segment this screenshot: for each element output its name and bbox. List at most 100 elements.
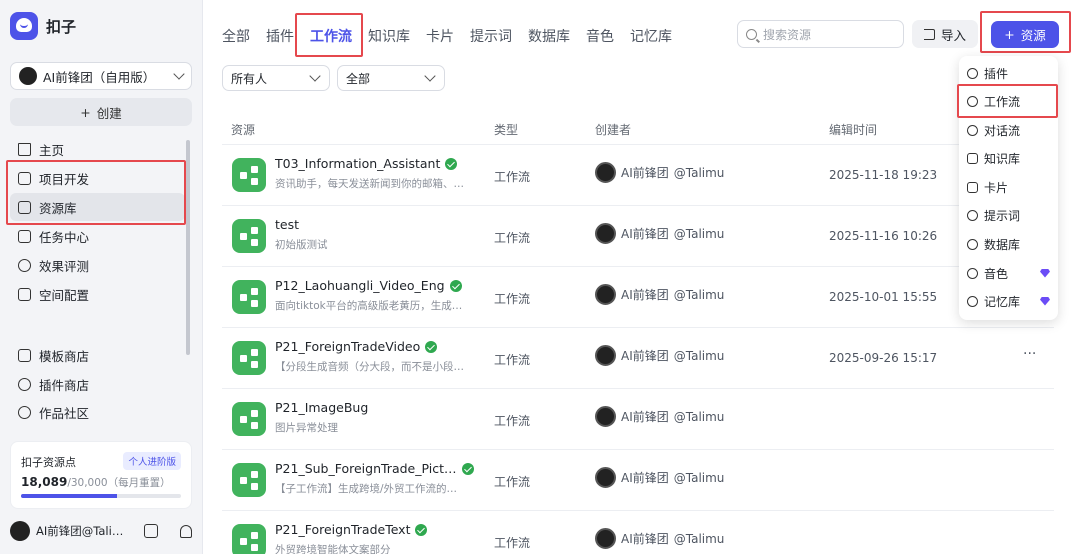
template-store-icon xyxy=(18,348,31,362)
nav-label: 模板商店 xyxy=(39,348,90,364)
add-resource-menu: 插件 工作流 对话流 知识库 卡片 提示词 数据库 音色 记忆库 xyxy=(959,56,1058,320)
user-row[interactable]: AI前锋团@Tali… xyxy=(10,518,192,544)
table-row[interactable]: P21_ImageBug 图片异常处理 工作流 AI前锋团 @Talimu xyxy=(222,388,1054,449)
menu-item-database[interactable]: 数据库 xyxy=(959,230,1058,258)
table-row[interactable]: P21_Sub_ForeignTrade_Pict… 【子工作流】生成跨境/外贸… xyxy=(222,449,1054,510)
tab-knowledge[interactable]: 知识库 xyxy=(368,22,418,48)
menu-item-chatflow[interactable]: 对话流 xyxy=(959,116,1058,144)
verified-icon xyxy=(449,279,462,292)
nav-label: 作品社区 xyxy=(39,405,90,421)
premium-gem-icon xyxy=(1040,268,1050,278)
creator-name: AI前锋团 xyxy=(621,410,669,424)
nav-label: 任务中心 xyxy=(39,229,90,245)
workflow-icon xyxy=(232,219,266,253)
tab-prompt[interactable]: 提示词 xyxy=(470,22,520,48)
row-name: test xyxy=(275,217,299,232)
verified-icon xyxy=(415,523,428,536)
brand[interactable]: 扣子 xyxy=(10,12,76,40)
chatflow-icon xyxy=(967,124,978,136)
table-row[interactable]: P21_ForeignTradeText 外贸跨境智能体文案部分 工作流 AI前… xyxy=(222,510,1054,554)
nav-label: 资源库 xyxy=(39,200,77,216)
points-progress-bar xyxy=(21,494,181,498)
menu-item-plugin[interactable]: 插件 xyxy=(959,59,1058,87)
community-icon xyxy=(18,405,31,419)
creator-name: AI前锋团 xyxy=(621,227,669,241)
menu-item-card[interactable]: 卡片 xyxy=(959,173,1058,201)
nav-project-dev[interactable]: 项目开发 xyxy=(10,164,185,192)
create-button[interactable]: + 创建 xyxy=(10,98,192,126)
prompt-icon xyxy=(967,209,978,221)
nav-task-center[interactable]: 任务中心 xyxy=(10,222,185,250)
plugin-icon xyxy=(967,67,978,79)
resource-name: P21_Sub_ForeignTrade_Pict… xyxy=(275,461,457,476)
resource-points-card[interactable]: 扣子资源点 个人进阶版 18,089/30,000（每月重置） xyxy=(10,441,192,509)
row-desc: 外贸跨境智能体文案部分 xyxy=(275,544,391,554)
grid-icon[interactable] xyxy=(144,524,158,538)
status-filter[interactable]: 全部 xyxy=(337,65,445,91)
search-icon xyxy=(746,28,757,40)
import-button[interactable]: 导入 xyxy=(912,20,978,48)
tab-all[interactable]: 全部 xyxy=(222,22,258,48)
memory-icon xyxy=(967,295,978,307)
nav-home[interactable]: 主页 xyxy=(10,135,185,163)
points-title: 扣子资源点 xyxy=(21,456,76,469)
menu-item-workflow[interactable]: 工作流 xyxy=(959,87,1058,115)
plugin-store-icon xyxy=(18,377,31,391)
tab-database[interactable]: 数据库 xyxy=(528,22,578,48)
task-icon xyxy=(18,229,31,243)
search-input[interactable]: 搜索资源 xyxy=(737,20,904,48)
menu-item-memory[interactable]: 记忆库 xyxy=(959,287,1058,315)
row-type: 工作流 xyxy=(494,475,531,489)
creator-name: AI前锋团 xyxy=(621,166,669,180)
table-row[interactable]: P21_ForeignTradeVideo 【分段生成音频（分大段，而不是小段…… xyxy=(222,327,1054,388)
table-row[interactable]: T03_Information_Assistant 资讯助手，每天发送新闻到你的… xyxy=(222,144,1054,205)
workflow-icon xyxy=(232,402,266,436)
resource-name: P21_ForeignTradeText xyxy=(275,522,411,537)
import-icon xyxy=(923,28,935,40)
tab-memory[interactable]: 记忆库 xyxy=(630,22,680,48)
app-name: 扣子 xyxy=(46,17,77,36)
nav-plugin-store[interactable]: 插件商店 xyxy=(10,370,185,398)
sidebar-scrollbar[interactable] xyxy=(186,140,190,355)
nav-label: 主页 xyxy=(39,142,65,158)
nav-space-config[interactable]: 空间配置 xyxy=(10,280,185,308)
tab-card[interactable]: 卡片 xyxy=(426,22,462,48)
nav-template-store[interactable]: 模板商店 xyxy=(10,341,185,369)
creator-handle: @Talimu xyxy=(673,165,725,180)
table-row[interactable]: test 初始版测试 工作流 AI前锋团 @Talimu 2025-11-16 1… xyxy=(222,205,1054,266)
table-row[interactable]: P12_Laohuangli_Video_Eng 面向tiktok平台的高级版老… xyxy=(222,266,1054,327)
workspace-name: AI前锋团（自用版） xyxy=(43,69,156,85)
row-name: P21_ForeignTradeText xyxy=(275,522,428,537)
workspace-select[interactable]: AI前锋团（自用版） xyxy=(10,62,192,90)
creator-avatar xyxy=(595,345,616,366)
row-time: 2025-11-16 10:26 xyxy=(829,229,938,243)
workflow-icon xyxy=(232,524,266,554)
nav-evaluation[interactable]: 效果评测 xyxy=(10,251,185,279)
owner-filter[interactable]: 所有人 xyxy=(222,65,330,91)
menu-item-prompt[interactable]: 提示词 xyxy=(959,201,1058,229)
tab-voice[interactable]: 音色 xyxy=(586,22,622,48)
column-type: 类型 xyxy=(494,123,519,137)
nav-resource-library[interactable]: 资源库 xyxy=(10,193,185,221)
resource-type-tabs: 全部 插件 工作流 知识库 卡片 提示词 数据库 音色 记忆库 xyxy=(222,22,688,48)
nav-label: 插件商店 xyxy=(39,377,90,393)
menu-item-knowledge[interactable]: 知识库 xyxy=(959,144,1058,172)
workflow-icon xyxy=(232,463,266,497)
resource-name: P12_Laohuangli_Video_Eng xyxy=(275,278,445,293)
row-type: 工作流 xyxy=(494,170,531,184)
row-type: 工作流 xyxy=(494,414,531,428)
row-creator: AI前锋团 @Talimu xyxy=(595,467,724,488)
column-edited: 编辑时间 xyxy=(829,123,878,137)
more-icon[interactable]: ··· xyxy=(1023,346,1036,362)
row-time: 2025-11-18 19:23 xyxy=(829,168,938,182)
nav-community[interactable]: 作品社区 xyxy=(10,398,185,426)
tab-plugin[interactable]: 插件 xyxy=(266,22,302,48)
bell-icon[interactable] xyxy=(180,524,192,538)
status-filter-value: 全部 xyxy=(346,71,371,86)
coze-logo-icon xyxy=(10,12,38,40)
points-progress-fill xyxy=(21,494,118,498)
tab-workflow[interactable]: 工作流 xyxy=(310,22,360,48)
menu-item-voice[interactable]: 音色 xyxy=(959,259,1058,287)
add-resource-button[interactable]: + 资源 xyxy=(991,21,1059,48)
workspace-avatar xyxy=(19,67,37,85)
